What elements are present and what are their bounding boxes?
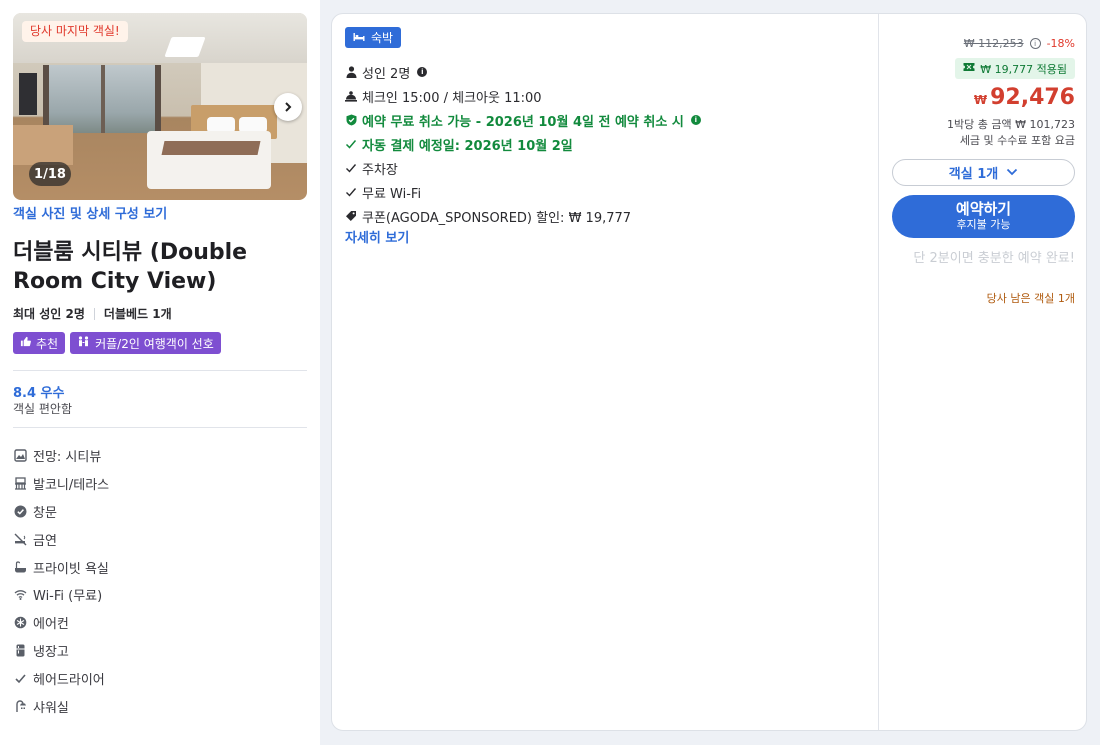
room-score-label: 객실 편안함 xyxy=(13,402,73,416)
info-icon[interactable]: i xyxy=(1029,38,1041,49)
amenity-item: 프라이빗 욕실 xyxy=(13,553,109,581)
auto-payment-policy: 자동 결제 예정일: 2026년 10월 2일 xyxy=(345,132,701,156)
bed-icon xyxy=(353,31,365,45)
refrigerator-icon xyxy=(13,643,27,657)
book-button[interactable]: 예약하기 후지불 가능 xyxy=(892,195,1075,238)
total-per-night: 1박당 총 금액 ₩ 101,723 xyxy=(947,118,1075,131)
room-capacity: 최대 성인 2명 더블베드 1개 xyxy=(13,305,172,322)
amenity-item: 에어컨 xyxy=(13,609,109,637)
rooms-left-note: 당사 남은 객실 1개 xyxy=(986,292,1075,305)
amenity-item: 금연 xyxy=(13,525,109,553)
air-conditioner-icon xyxy=(13,616,27,630)
free-cancellation-policy: 예약 무료 취소 가능 - 2026년 10월 4일 전 예약 취소 시 i xyxy=(345,108,701,132)
tag-label: 커플/2인 여행객이 선호 xyxy=(95,336,214,351)
room-count-value: 객실 1개 xyxy=(948,167,999,182)
booking-urgency-text: 단 2분이면 충분한 예약 완료! xyxy=(913,251,1075,266)
amenity-item: 전망: 시티뷰 xyxy=(13,442,109,470)
tag-label: 추천 xyxy=(36,336,59,351)
offer-policy-list: 성인 2명 i 체크인 15:00 / 체크아웃 11:00 예약 무료 취소 … xyxy=(345,60,701,228)
view-icon xyxy=(13,449,27,463)
book-button-label: 예약하기 xyxy=(955,199,1012,218)
original-price-row: ₩ 112,253 i -18% xyxy=(964,37,1075,50)
final-price: ₩ 92,476 xyxy=(974,85,1075,110)
more-details-link[interactable]: 자세히 보기 xyxy=(345,227,409,246)
final-price-amount: 92,476 xyxy=(990,85,1075,110)
original-price: ₩ 112,253 xyxy=(963,37,1024,50)
stay-type-badge: 숙박 xyxy=(345,27,402,48)
max-guests: 최대 성인 2명 xyxy=(13,307,85,321)
guests-policy: 성인 2명 i xyxy=(345,60,701,84)
balcony-icon xyxy=(13,477,27,491)
recommended-tag: 추천 xyxy=(13,332,66,354)
section-divider xyxy=(13,427,307,428)
room-photo[interactable]: 당사 마지막 객실! 1/18 xyxy=(13,13,307,200)
check-icon xyxy=(13,671,27,685)
stay-type-label: 숙박 xyxy=(371,31,394,45)
couple-icon xyxy=(77,336,90,350)
room-offer-card: 숙박 성인 2명 i 체크인 15:00 / 체크아웃 11:00 예약 무료 … xyxy=(331,13,1087,731)
bathtub-icon xyxy=(13,560,27,574)
coupon-policy: 쿠폰(AGODA_SPONSORED) 할인: ₩ 19,777 xyxy=(345,204,701,228)
room-tags: 추천 커플/2인 여행객이 선호 xyxy=(13,332,221,354)
coupon-applied-badge: ₩ 19,777 적용됨 xyxy=(955,58,1075,79)
last-room-badge: 당사 마지막 객실! xyxy=(22,21,128,42)
no-smoking-icon xyxy=(13,532,27,546)
next-photo-button[interactable] xyxy=(274,93,302,121)
window-icon xyxy=(13,504,27,518)
pay-later-label: 후지불 가능 xyxy=(956,217,1011,231)
room-count-dropdown[interactable]: 객실 1개 xyxy=(892,159,1075,186)
amenity-list: 전망: 시티뷰 발코니/테라스 창문 금연 프라이빗 욕실 Wi-Fi (무료)… xyxy=(13,442,109,720)
parking-policy: 주차장 xyxy=(345,156,701,180)
reception-bell-icon xyxy=(345,90,357,102)
room-title: 더블룸 시티뷰 (Double Room City View) xyxy=(13,240,248,294)
amenity-item: 샤워실 xyxy=(13,692,109,720)
checkin-policy: 체크인 15:00 / 체크아웃 11:00 xyxy=(345,84,701,108)
person-icon xyxy=(345,66,357,78)
amenity-item: 냉장고 xyxy=(13,637,109,665)
meta-divider xyxy=(93,307,95,320)
amenity-item: 헤어드라이어 xyxy=(13,664,109,692)
photo-details-link[interactable]: 객실 사진 및 상세 구성 보기 xyxy=(13,203,167,222)
coupon-applied-label: ₩ 19,777 적용됨 xyxy=(980,62,1067,76)
coupon-ticket-icon xyxy=(963,62,975,75)
section-divider xyxy=(13,370,307,371)
amenity-item: 창문 xyxy=(13,498,109,526)
info-icon[interactable]: i xyxy=(690,115,701,125)
thumbs-up-icon xyxy=(20,336,31,350)
wifi-policy: 무료 Wi-Fi xyxy=(345,180,701,204)
shield-check-icon xyxy=(345,114,357,126)
chevron-down-icon xyxy=(1006,165,1018,180)
chevron-right-icon xyxy=(282,98,294,117)
check-icon xyxy=(345,138,357,150)
info-icon[interactable]: i xyxy=(417,67,428,77)
currency-symbol: ₩ xyxy=(973,93,988,107)
amenity-item: 발코니/테라스 xyxy=(13,470,109,498)
discount-percent: -18% xyxy=(1046,37,1075,50)
shower-icon xyxy=(13,699,27,713)
wifi-icon xyxy=(13,588,27,602)
tag-icon xyxy=(345,210,357,222)
price-column: ₩ 112,253 i -18% ₩ 19,777 적용됨 ₩ 92,476 1… xyxy=(879,14,1088,730)
check-icon xyxy=(345,162,357,174)
photo-counter: 1/18 xyxy=(29,162,71,186)
bed-type: 더블베드 1개 xyxy=(103,307,172,321)
amenity-item: Wi-Fi (무료) xyxy=(13,581,109,609)
tax-included-note: 세금 및 수수료 포함 요금 xyxy=(959,134,1075,147)
check-icon xyxy=(345,186,357,198)
room-info-panel: 당사 마지막 객실! 1/18 객실 사진 및 상세 구성 보기 더블룸 시티뷰… xyxy=(0,0,320,745)
couple-tag: 커플/2인 여행객이 선호 xyxy=(70,332,221,354)
room-score: 8.4 우수 xyxy=(13,386,65,401)
